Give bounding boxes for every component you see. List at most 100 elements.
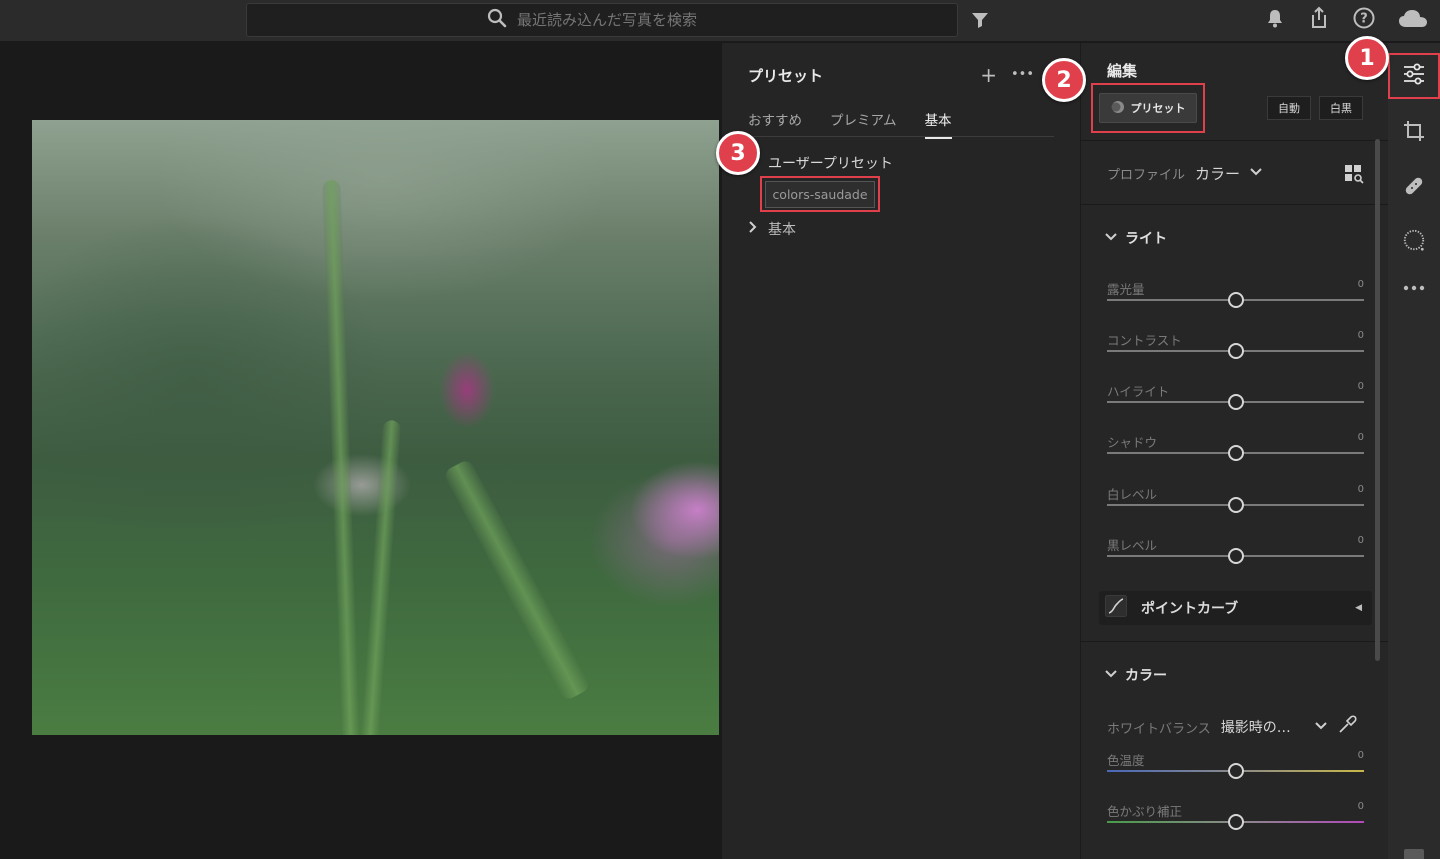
presets-icon (1111, 100, 1125, 117)
slider-knob[interactable] (1228, 548, 1244, 564)
slider-value[interactable]: 0 (1358, 750, 1364, 761)
chevron-down-icon (1105, 230, 1117, 246)
profile-row[interactable]: プロファイル カラー (1107, 163, 1262, 184)
slider-label: 白レベル (1107, 487, 1158, 502)
point-curve-label: ポイントカーブ (1141, 601, 1239, 617)
divider (1081, 204, 1389, 205)
slider-knob[interactable] (1228, 292, 1244, 308)
photo-stem-2 (360, 419, 402, 735)
edit-title: 編集 (1107, 62, 1138, 80)
crop-icon[interactable] (1402, 119, 1426, 143)
profile-browser-icon[interactable] (1344, 164, 1364, 188)
divider (1081, 641, 1389, 642)
search-input[interactable] (517, 11, 717, 29)
blacks-slider[interactable]: 黒レベル 0 (1107, 535, 1364, 575)
eyedropper-icon[interactable] (1337, 715, 1357, 739)
white-balance-value[interactable]: 撮影時の… (1221, 717, 1291, 737)
highlights-slider[interactable]: ハイライト 0 (1107, 381, 1364, 421)
edit-panel-scrollbar[interactable] (1375, 139, 1380, 661)
right-toolbar (1388, 43, 1440, 859)
slider-label: 色温度 (1107, 753, 1145, 768)
slider-knob[interactable] (1228, 343, 1244, 359)
slider-value[interactable]: 0 (1358, 279, 1364, 290)
exposure-slider[interactable]: 露光量 0 (1107, 279, 1364, 319)
whites-slider[interactable]: 白レベル 0 (1107, 484, 1364, 524)
photo-preview[interactable] (32, 120, 719, 735)
slider-knob[interactable] (1228, 445, 1244, 461)
slider-knob[interactable] (1228, 763, 1244, 779)
presets-button-label: プリセット (1130, 102, 1186, 115)
callout-3: 3 (716, 131, 760, 175)
slider-value[interactable]: 0 (1358, 484, 1364, 495)
basic-group-label: 基本 (768, 222, 796, 238)
light-section-title: ライト (1125, 231, 1167, 247)
white-balance-row[interactable]: ホワイトバランス 撮影時の… (1107, 715, 1369, 739)
edit-tool-highlight (1388, 53, 1440, 99)
share-icon[interactable] (1308, 6, 1330, 30)
curve-icon (1105, 595, 1127, 621)
filter-icon[interactable] (970, 10, 990, 34)
top-bar: ? (0, 0, 1440, 42)
callout-2: 2 (1042, 58, 1086, 102)
slider-label: 露光量 (1107, 282, 1145, 297)
user-preset-item[interactable]: colors-saudade (765, 180, 875, 208)
slider-label: コントラスト (1107, 333, 1182, 348)
bell-icon[interactable] (1264, 7, 1286, 29)
light-section-header[interactable]: ライト (1105, 228, 1167, 248)
profile-value[interactable]: カラー (1195, 163, 1240, 184)
slider-value[interactable]: 0 (1358, 330, 1364, 341)
photo-leaf (442, 458, 592, 702)
contrast-slider[interactable]: コントラスト 0 (1107, 330, 1364, 370)
slider-label: 色かぶり補正 (1107, 804, 1183, 819)
slider-value[interactable]: 0 (1358, 801, 1364, 812)
search-box[interactable] (246, 3, 958, 37)
slider-value[interactable]: 0 (1358, 381, 1364, 392)
tint-slider[interactable]: 色かぶり補正 0 (1107, 801, 1364, 841)
add-preset-button[interactable]: + (980, 65, 997, 85)
chevron-down-icon (1105, 667, 1117, 683)
callout-1: 1 (1345, 36, 1389, 80)
photo-canvas[interactable] (0, 43, 722, 859)
slider-label: ハイライト (1107, 384, 1170, 399)
temperature-slider[interactable]: 色温度 0 (1107, 750, 1364, 790)
info-panel-icon[interactable] (1402, 843, 1426, 859)
edit-sliders-icon[interactable] (1401, 61, 1427, 91)
more-tools-icon[interactable] (1402, 276, 1426, 300)
masking-icon[interactable] (1402, 228, 1426, 252)
color-section-title: カラー (1125, 668, 1167, 684)
svg-text:?: ? (1360, 12, 1368, 27)
presets-more-button[interactable]: ••• (1011, 65, 1034, 85)
collapse-arrow-icon[interactable]: ◀ (1355, 603, 1362, 613)
help-icon[interactable]: ? (1352, 6, 1376, 30)
tab-basic[interactable]: 基本 (924, 109, 952, 139)
color-section-header[interactable]: カラー (1105, 665, 1167, 685)
slider-knob[interactable] (1228, 497, 1244, 513)
slider-value[interactable]: 0 (1358, 535, 1364, 546)
presets-tabs: おすすめ プレミアム 基本 (748, 109, 952, 139)
chevron-down-icon[interactable] (1250, 166, 1262, 181)
presets-panel: プリセット + ••• おすすめ プレミアム 基本 ユーザープリセット colo… (722, 43, 1080, 859)
cloud-icon[interactable] (1398, 7, 1428, 29)
chevron-down-icon[interactable] (1315, 720, 1327, 735)
tabs-divider (748, 136, 1054, 137)
bw-button[interactable]: 白黒 (1319, 96, 1363, 120)
point-curve-row[interactable]: ポイントカーブ ◀ (1099, 591, 1372, 625)
slider-knob[interactable] (1228, 394, 1244, 410)
tab-premium[interactable]: プレミアム (830, 109, 897, 139)
edit-panel: 編集 プリセット 自動 白黒 プロファイル カラー ライト 露光量 0 コントラ (1080, 43, 1389, 859)
basic-presets-group[interactable]: 基本 (748, 219, 796, 239)
photo-stem (322, 179, 360, 735)
user-preset-highlight: colors-saudade (760, 176, 880, 212)
profile-label: プロファイル (1107, 168, 1186, 183)
healing-brush-icon[interactable] (1402, 174, 1426, 198)
auto-button[interactable]: 自動 (1267, 96, 1311, 120)
user-presets-group[interactable]: ユーザープリセット (768, 153, 893, 173)
tab-recommended[interactable]: おすすめ (748, 109, 802, 139)
top-right-icons: ? (1264, 6, 1428, 30)
presets-button[interactable]: プリセット (1099, 93, 1197, 123)
chevron-right-icon (748, 221, 758, 237)
shadows-slider[interactable]: シャドウ 0 (1107, 432, 1364, 472)
slider-knob[interactable] (1228, 814, 1244, 830)
slider-value[interactable]: 0 (1358, 432, 1364, 443)
presets-actions: + ••• (980, 65, 1034, 85)
